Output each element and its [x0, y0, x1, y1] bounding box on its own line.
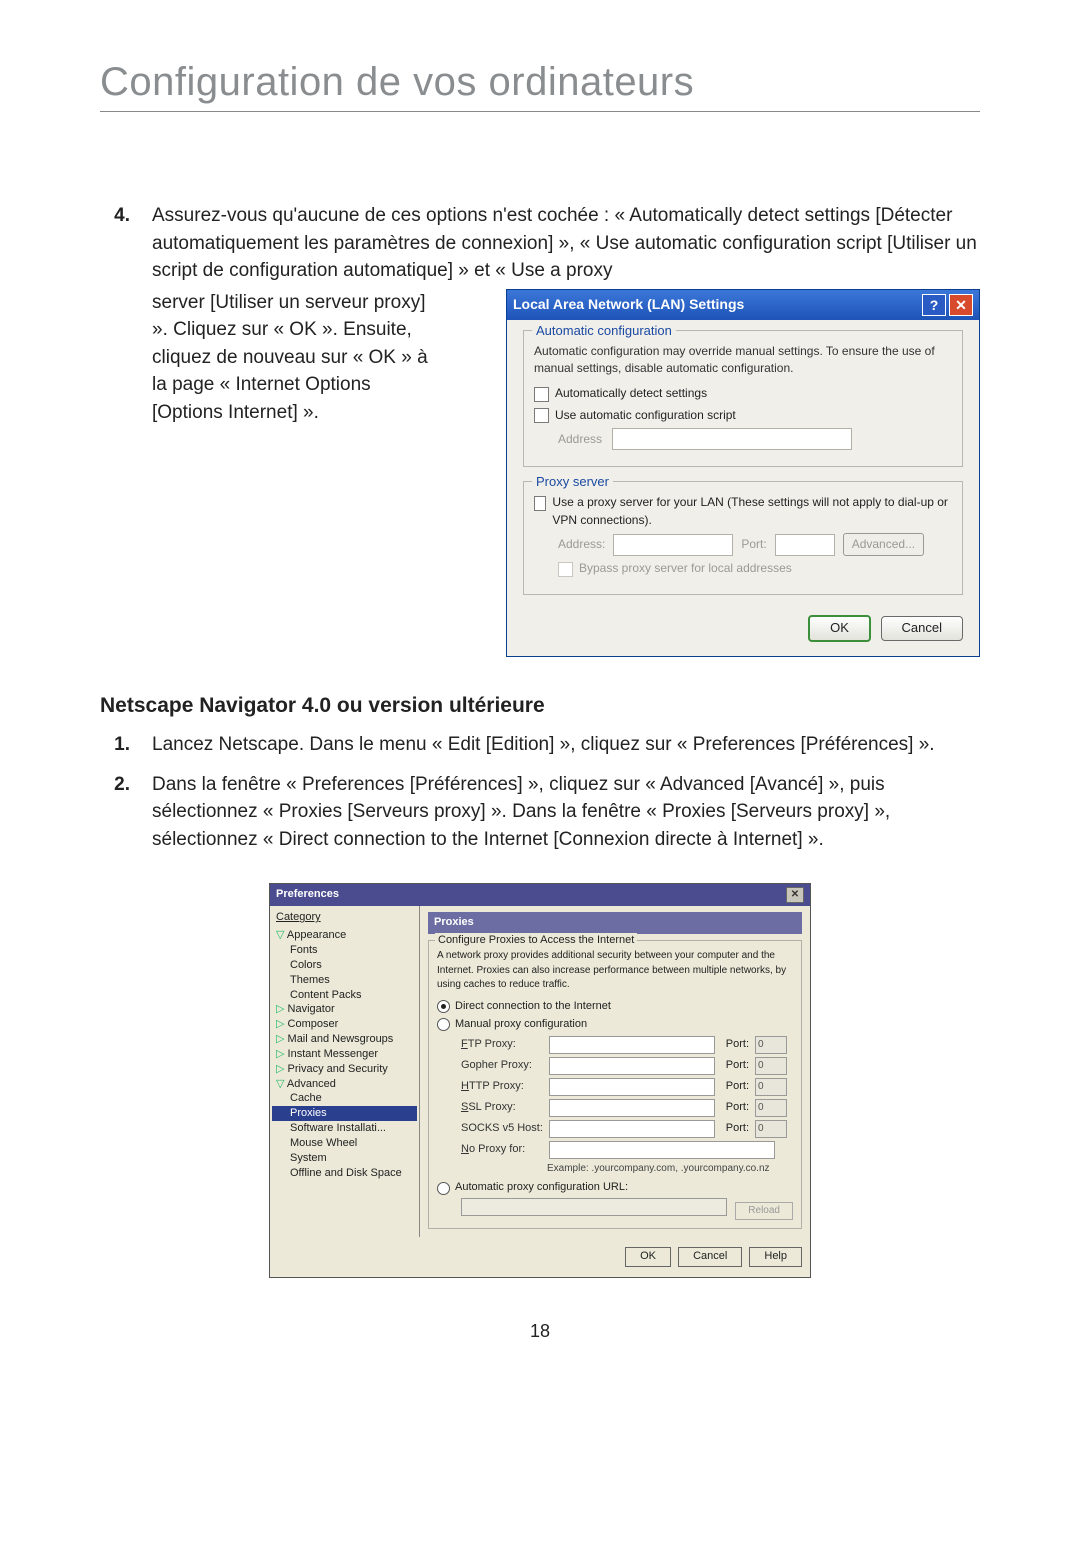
proxy-address-input — [613, 534, 733, 556]
proxy-legend: Proxy server — [532, 473, 613, 492]
direct-label: Direct connection to the Internet — [455, 999, 611, 1015]
noproxy-label: No Proxy for: — [461, 1142, 543, 1158]
divider — [100, 111, 980, 112]
script-label: Use automatic configuration script — [555, 407, 736, 424]
tree-software[interactable]: Software Installati... — [272, 1121, 417, 1136]
page-number: 18 — [100, 1318, 980, 1344]
ftp-label: FTP Proxy: — [461, 1037, 543, 1053]
step4-cont: server [Utiliser un serveur proxy] ». Cl… — [152, 289, 432, 427]
script-checkbox[interactable] — [534, 408, 549, 423]
tree-privacy[interactable]: ▷ Privacy and Security — [272, 1062, 417, 1077]
proxy-group: Proxy server Use a proxy server for your… — [523, 481, 963, 595]
close-icon[interactable]: ✕ — [949, 294, 973, 316]
help-icon[interactable]: ? — [922, 294, 946, 316]
proxies-desc: A network proxy provides additional secu… — [437, 949, 793, 993]
tree-themes[interactable]: Themes — [272, 973, 417, 988]
tree-im[interactable]: ▷ Instant Messenger — [272, 1047, 417, 1062]
proxy-port-label: Port: — [741, 536, 766, 553]
auto-label: Automatic proxy configuration URL: — [455, 1180, 628, 1196]
auto-config-group: Automatic configuration Automatic config… — [523, 330, 963, 468]
detect-label: Automatically detect settings — [555, 385, 707, 402]
gopher-port — [755, 1057, 787, 1075]
manual-label: Manual proxy configuration — [455, 1017, 587, 1033]
tree-system[interactable]: System — [272, 1151, 417, 1166]
ssl-label: SSL Proxy: — [461, 1100, 543, 1116]
http-label: HTTP Proxy: — [461, 1079, 543, 1095]
socks-input — [549, 1120, 715, 1138]
category-header: Category — [272, 910, 417, 928]
reload-button: Reload — [735, 1202, 793, 1221]
auto-config-desc: Automatic configuration may override man… — [534, 343, 952, 378]
manual-radio[interactable] — [437, 1018, 450, 1031]
ns-step2-num: 2. — [100, 771, 130, 854]
socks-label: SOCKS v5 Host: — [461, 1121, 543, 1137]
page-title: Configuration de vos ordinateurs — [100, 60, 980, 105]
tree-composer[interactable]: ▷ Composer — [272, 1017, 417, 1032]
script-address-label: Address — [558, 431, 602, 448]
gopher-port-label: Port: — [721, 1058, 749, 1074]
tree-navigator[interactable]: ▷ Navigator — [272, 1002, 417, 1017]
tree-offline[interactable]: Offline and Disk Space — [272, 1166, 417, 1181]
proxy-address-label: Address: — [558, 536, 605, 553]
socks-port-label: Port: — [721, 1121, 749, 1137]
proxies-legend: Configure Proxies to Access the Internet — [435, 933, 637, 949]
gopher-input — [549, 1057, 715, 1075]
socks-port — [755, 1120, 787, 1138]
ftp-input — [549, 1036, 715, 1054]
auto-config-legend: Automatic configuration — [532, 322, 676, 341]
auto-radio[interactable] — [437, 1182, 450, 1195]
ns-step1-num: 1. — [100, 731, 130, 759]
gopher-label: Gopher Proxy: — [461, 1058, 543, 1074]
category-tree: Category ▽ Appearance Fonts Colors Theme… — [270, 906, 420, 1237]
tree-fonts[interactable]: Fonts — [272, 943, 417, 958]
lan-dialog: Local Area Network (LAN) Settings ? ✕ Au… — [506, 289, 980, 657]
lan-ok-button[interactable]: OK — [808, 615, 871, 642]
auto-url-input — [461, 1198, 727, 1216]
tree-appearance[interactable]: ▽ Appearance — [272, 928, 417, 943]
direct-radio[interactable] — [437, 1000, 450, 1013]
prefs-titlebar: Preferences ✕ — [270, 884, 810, 906]
lan-cancel-button[interactable]: Cancel — [881, 616, 963, 641]
bypass-label: Bypass proxy server for local addresses — [579, 560, 792, 577]
step4-number: 4. — [100, 202, 130, 657]
tree-content-packs[interactable]: Content Packs — [272, 988, 417, 1003]
tree-proxies[interactable]: Proxies — [272, 1106, 417, 1121]
advanced-button: Advanced... — [843, 533, 924, 556]
tree-mail[interactable]: ▷ Mail and Newsgroups — [272, 1032, 417, 1047]
detect-checkbox[interactable] — [534, 387, 549, 402]
preferences-dialog: Preferences ✕ Category ▽ Appearance Font… — [269, 883, 811, 1278]
proxies-fieldset: Configure Proxies to Access the Internet… — [428, 940, 802, 1229]
ftp-port — [755, 1036, 787, 1054]
panel-title: Proxies — [428, 912, 802, 934]
ns-step2: Dans la fenêtre « Preferences [Préférenc… — [152, 771, 980, 854]
use-proxy-checkbox[interactable] — [534, 496, 546, 511]
ns-step1: Lancez Netscape. Dans le menu « Edit [Ed… — [152, 731, 980, 759]
step4-intro: Assurez-vous qu'aucune de ces options n'… — [152, 205, 977, 281]
http-port — [755, 1078, 787, 1096]
tree-cache[interactable]: Cache — [272, 1091, 417, 1106]
prefs-cancel-button[interactable]: Cancel — [678, 1247, 742, 1267]
ssl-port — [755, 1099, 787, 1117]
tree-mouse[interactable]: Mouse Wheel — [272, 1136, 417, 1151]
use-proxy-label: Use a proxy server for your LAN (These s… — [552, 494, 952, 529]
netscape-heading: Netscape Navigator 4.0 ou version ultéri… — [100, 691, 980, 721]
tree-colors[interactable]: Colors — [272, 958, 417, 973]
prefs-ok-button[interactable]: OK — [625, 1247, 671, 1267]
example-text: Example: .yourcompany.com, .yourcompany.… — [547, 1162, 793, 1177]
bypass-checkbox — [558, 562, 573, 577]
lan-title: Local Area Network (LAN) Settings — [513, 294, 919, 314]
proxy-port-input — [775, 534, 835, 556]
tree-advanced[interactable]: ▽ Advanced — [272, 1077, 417, 1092]
noproxy-input — [549, 1141, 775, 1159]
prefs-help-button[interactable]: Help — [749, 1247, 802, 1267]
prefs-title: Preferences — [276, 887, 786, 903]
ssl-port-label: Port: — [721, 1100, 749, 1116]
ftp-port-label: Port: — [721, 1037, 749, 1053]
script-address-input — [612, 428, 852, 450]
close-icon[interactable]: ✕ — [786, 887, 804, 903]
http-port-label: Port: — [721, 1079, 749, 1095]
ssl-input — [549, 1099, 715, 1117]
http-input — [549, 1078, 715, 1096]
lan-titlebar: Local Area Network (LAN) Settings ? ✕ — [507, 290, 979, 320]
